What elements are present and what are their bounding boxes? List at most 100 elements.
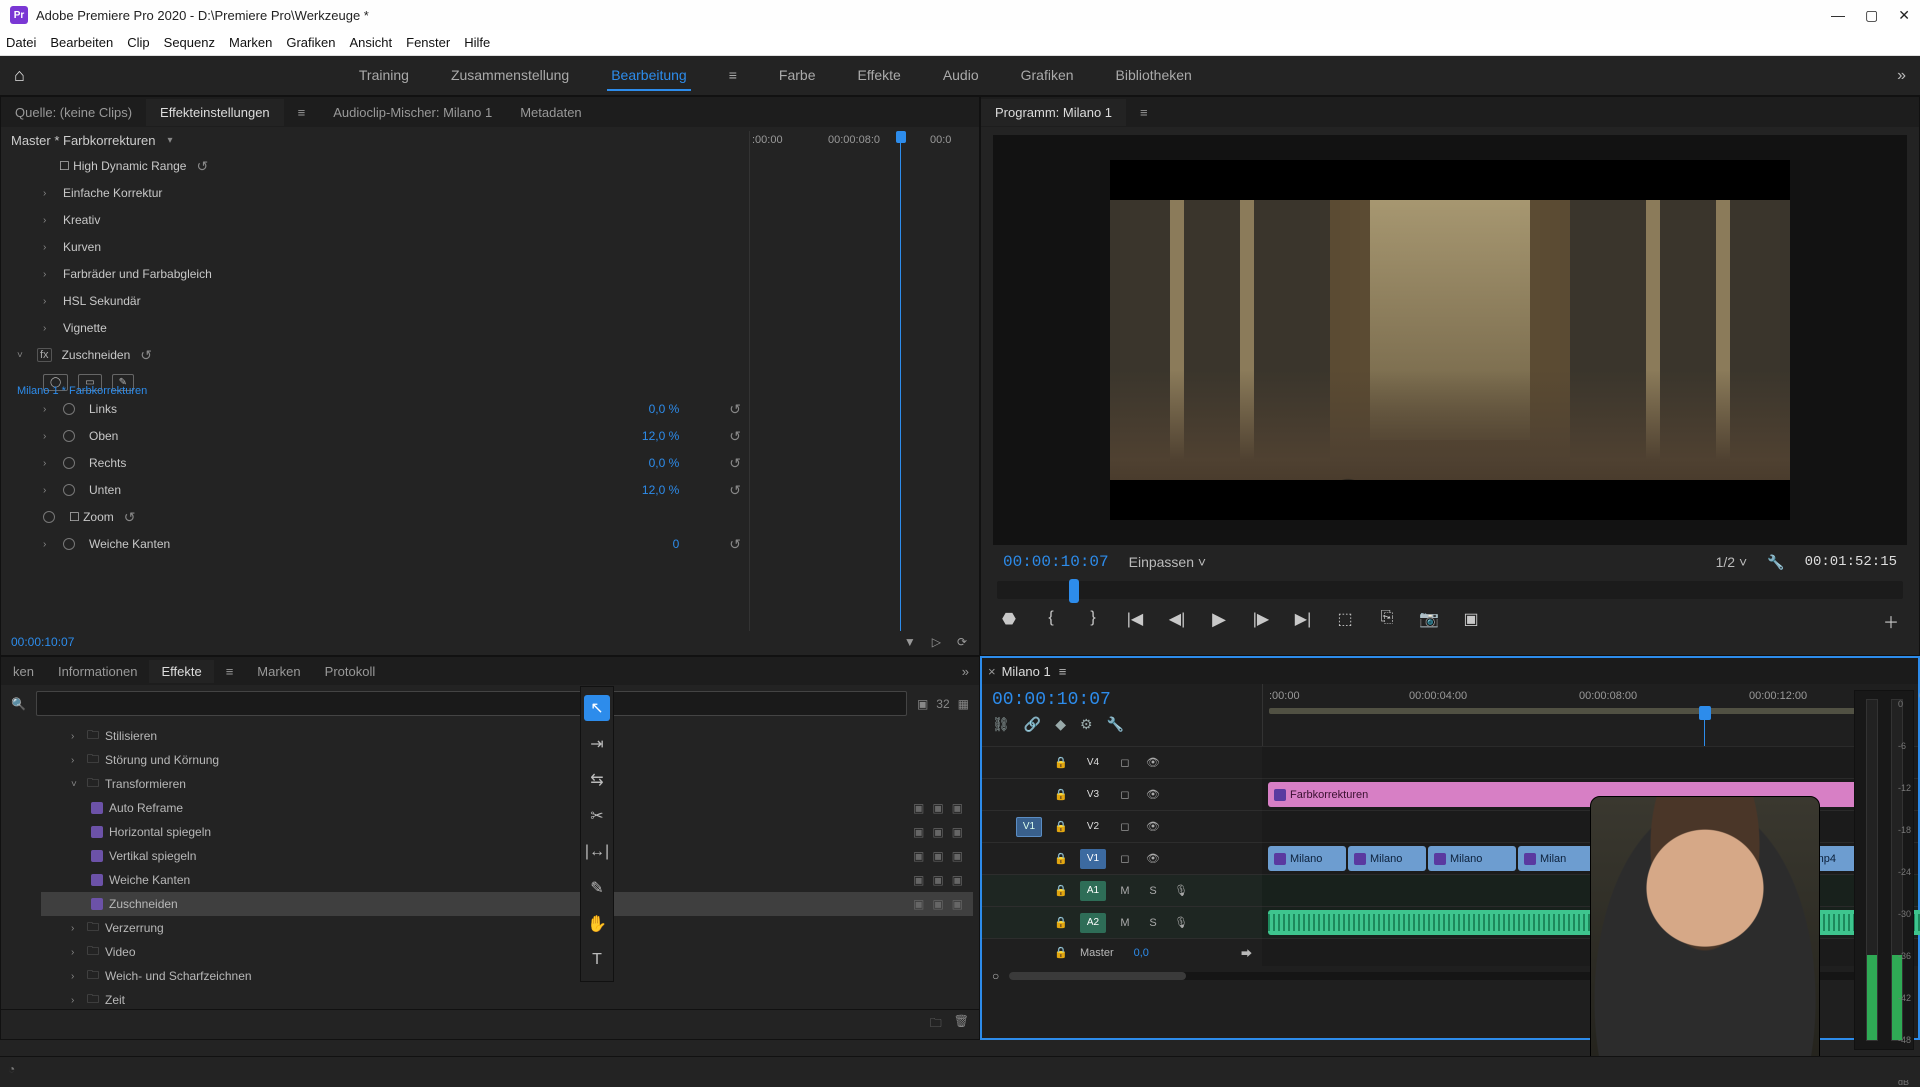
selection-tool-icon[interactable]: ↖ [584,695,610,721]
preset-vertikal-spiegeln[interactable]: Vertikal spiegeln▣▣▣ [41,844,973,868]
menu-marken[interactable]: Marken [229,35,272,50]
goto-in-icon[interactable]: |◀ [1123,609,1147,633]
menu-ansicht[interactable]: Ansicht [349,35,392,50]
folder-weich[interactable]: ›🗀Weich- und Scharfzeichnen [41,964,973,988]
effects-search-input[interactable] [36,691,907,716]
tab-program[interactable]: Programm: Milano 1 [981,99,1126,126]
tab-effekte[interactable]: Effekte [149,660,213,683]
slip-tool-icon[interactable]: |↔| [584,839,610,865]
hand-tool-icon[interactable]: ✋ [584,911,610,937]
program-scrub-bar[interactable] [997,581,1903,599]
param-unten-value[interactable]: 12,0 % [642,483,679,497]
reset-icon[interactable]: ↺ [729,455,741,472]
maximize-button[interactable]: ▢ [1865,7,1878,24]
folder-zeit[interactable]: ›🗀Zeit [41,988,973,1009]
track-header-v3[interactable]: 🔒V3◻👁 [982,778,1262,810]
preset-horizontal-spiegeln[interactable]: Horizontal spiegeln▣▣▣ [41,820,973,844]
folder-stilisieren[interactable]: ›🗀Stilisieren [41,724,973,748]
menu-hilfe[interactable]: Hilfe [464,35,490,50]
ec-timecode[interactable]: 00:00:10:07 [11,635,74,649]
tab-metadaten[interactable]: Metadaten [506,99,595,126]
button-editor-plus-icon[interactable]: ＋ [1879,609,1903,633]
menu-grafiken[interactable]: Grafiken [286,35,335,50]
ripple-tool-icon[interactable]: ⇆ [584,767,610,793]
reset-icon[interactable]: ↺ [729,428,741,445]
folder-storung[interactable]: ›🗀Störung und Körnung [41,748,973,772]
razor-tool-icon[interactable]: ✂ [584,803,610,829]
workspace-zusammenstellung[interactable]: Zusammenstellung [447,61,573,91]
pen-tool-icon[interactable]: ✎ [584,875,610,901]
home-icon[interactable]: ⌂ [14,65,25,86]
panel-menu-icon[interactable]: ≡ [284,99,320,126]
extract-icon[interactable]: ⎘ [1375,609,1399,633]
goto-out-icon[interactable]: ▶| [1291,609,1315,633]
panel-menu-icon[interactable]: ≡ [214,660,246,683]
snap-icon[interactable]: ⛓ [992,716,1010,733]
track-header-a1[interactable]: 🔒A1MS🎙 [982,874,1262,906]
wrench-icon[interactable]: 🔧 [1107,716,1124,733]
clip-milano-1[interactable]: Milano [1268,846,1346,871]
work-area-bar[interactable] [1269,708,1909,714]
accel-filter-icon[interactable]: ▣ [917,697,928,711]
preset-weiche-kanten[interactable]: Weiche Kanten▣▣▣ [41,868,973,892]
reset-icon[interactable]: ↺ [729,401,741,418]
workspace-effekte[interactable]: Effekte [853,61,904,91]
tab-effekteinstellungen[interactable]: Effekteinstellungen [146,99,284,126]
sequence-close-icon[interactable]: × [988,664,996,679]
program-canvas[interactable] [993,135,1907,545]
minimize-button[interactable]: — [1831,7,1845,24]
settings-wrench-icon[interactable]: 🔧 [1767,554,1784,571]
clip-milano-2[interactable]: Milano [1348,846,1426,871]
tab-ken[interactable]: ken [1,660,46,683]
type-tool-icon[interactable]: T [584,947,610,973]
clip-milano-3[interactable]: Milano [1428,846,1516,871]
tab-audioclipmischer[interactable]: Audioclip-Mischer: Milano 1 [319,99,506,126]
mark-out-icon[interactable]: } [1081,609,1105,633]
param-weiche-kanten-value[interactable]: 0 [673,537,680,551]
workspace-grafiken[interactable]: Grafiken [1017,61,1078,91]
track-header-v1[interactable]: 🔒V1◻👁 [982,842,1262,874]
tabs-overflow-icon[interactable]: » [952,660,979,683]
workspace-training[interactable]: Training [355,61,413,91]
menu-clip[interactable]: Clip [127,35,149,50]
workspace-audio[interactable]: Audio [939,61,983,91]
compare-icon[interactable]: ▣ [1459,609,1483,633]
clip-milano-4[interactable]: Milan [1518,846,1596,871]
menu-fenster[interactable]: Fenster [406,35,450,50]
workspace-overflow-icon[interactable]: » [1897,67,1906,85]
program-timecode[interactable]: 00:00:10:07 [1003,553,1109,571]
track-header-v4[interactable]: 🔒V4◻👁 [982,746,1262,778]
panel-menu-icon[interactable]: ≡ [1126,99,1162,126]
folder-video[interactable]: ›🗀Video [41,940,973,964]
menu-sequenz[interactable]: Sequenz [164,35,215,50]
timeline-ruler[interactable]: :00:00 00:00:04:00 00:00:08:00 00:00:12:… [1263,684,1918,712]
program-zoom-dropdown[interactable]: 1/2 ˅ [1716,554,1748,570]
step-forward-icon[interactable]: |▶ [1249,609,1273,633]
ec-playhead[interactable] [900,131,901,631]
add-marker-icon[interactable]: ◆ [1055,716,1066,733]
add-marker-icon[interactable]: ⬣ [997,609,1021,633]
delete-icon[interactable]: 🗑 [954,1014,969,1035]
reset-icon[interactable]: ↺ [729,536,741,553]
timeline-settings-icon[interactable]: ⚙ [1080,716,1093,733]
source-patch-v1[interactable]: V1 [1016,817,1042,837]
timeline-timecode[interactable]: 00:00:10:07 [992,690,1252,710]
tab-protokoll[interactable]: Protokoll [313,660,388,683]
folder-transformieren[interactable]: ˅🗀Transformieren [41,772,973,796]
workspace-bearbeitung[interactable]: Bearbeitung [607,61,691,91]
ec-play-icon[interactable]: ▷ [932,635,941,649]
zoom-out-handle[interactable]: ○ [992,969,999,983]
ec-loop-icon[interactable]: ⟳ [957,635,967,649]
playhead-handle[interactable] [1699,706,1711,720]
param-oben-value[interactable]: 12,0 % [642,429,679,443]
ec-mini-timeline[interactable]: :00:00 00:00:08:0 00:0 [749,131,969,631]
preset-zuschneiden[interactable]: Zuschneiden▣▣▣ [41,892,973,916]
expand-master-icon[interactable]: ⮕ [1241,945,1252,961]
folder-verzerrung[interactable]: ›🗀Verzerrung [41,916,973,940]
reset-icon[interactable]: ↺ [729,482,741,499]
param-rechts-value[interactable]: 0,0 % [649,456,680,470]
new-bin-icon[interactable]: 🗀 [930,1014,942,1035]
tab-quelle[interactable]: Quelle: (keine Clips) [1,99,146,126]
track-header-master[interactable]: 🔒Master0,0⮕ [982,938,1262,966]
menu-datei[interactable]: Datei [6,35,36,50]
